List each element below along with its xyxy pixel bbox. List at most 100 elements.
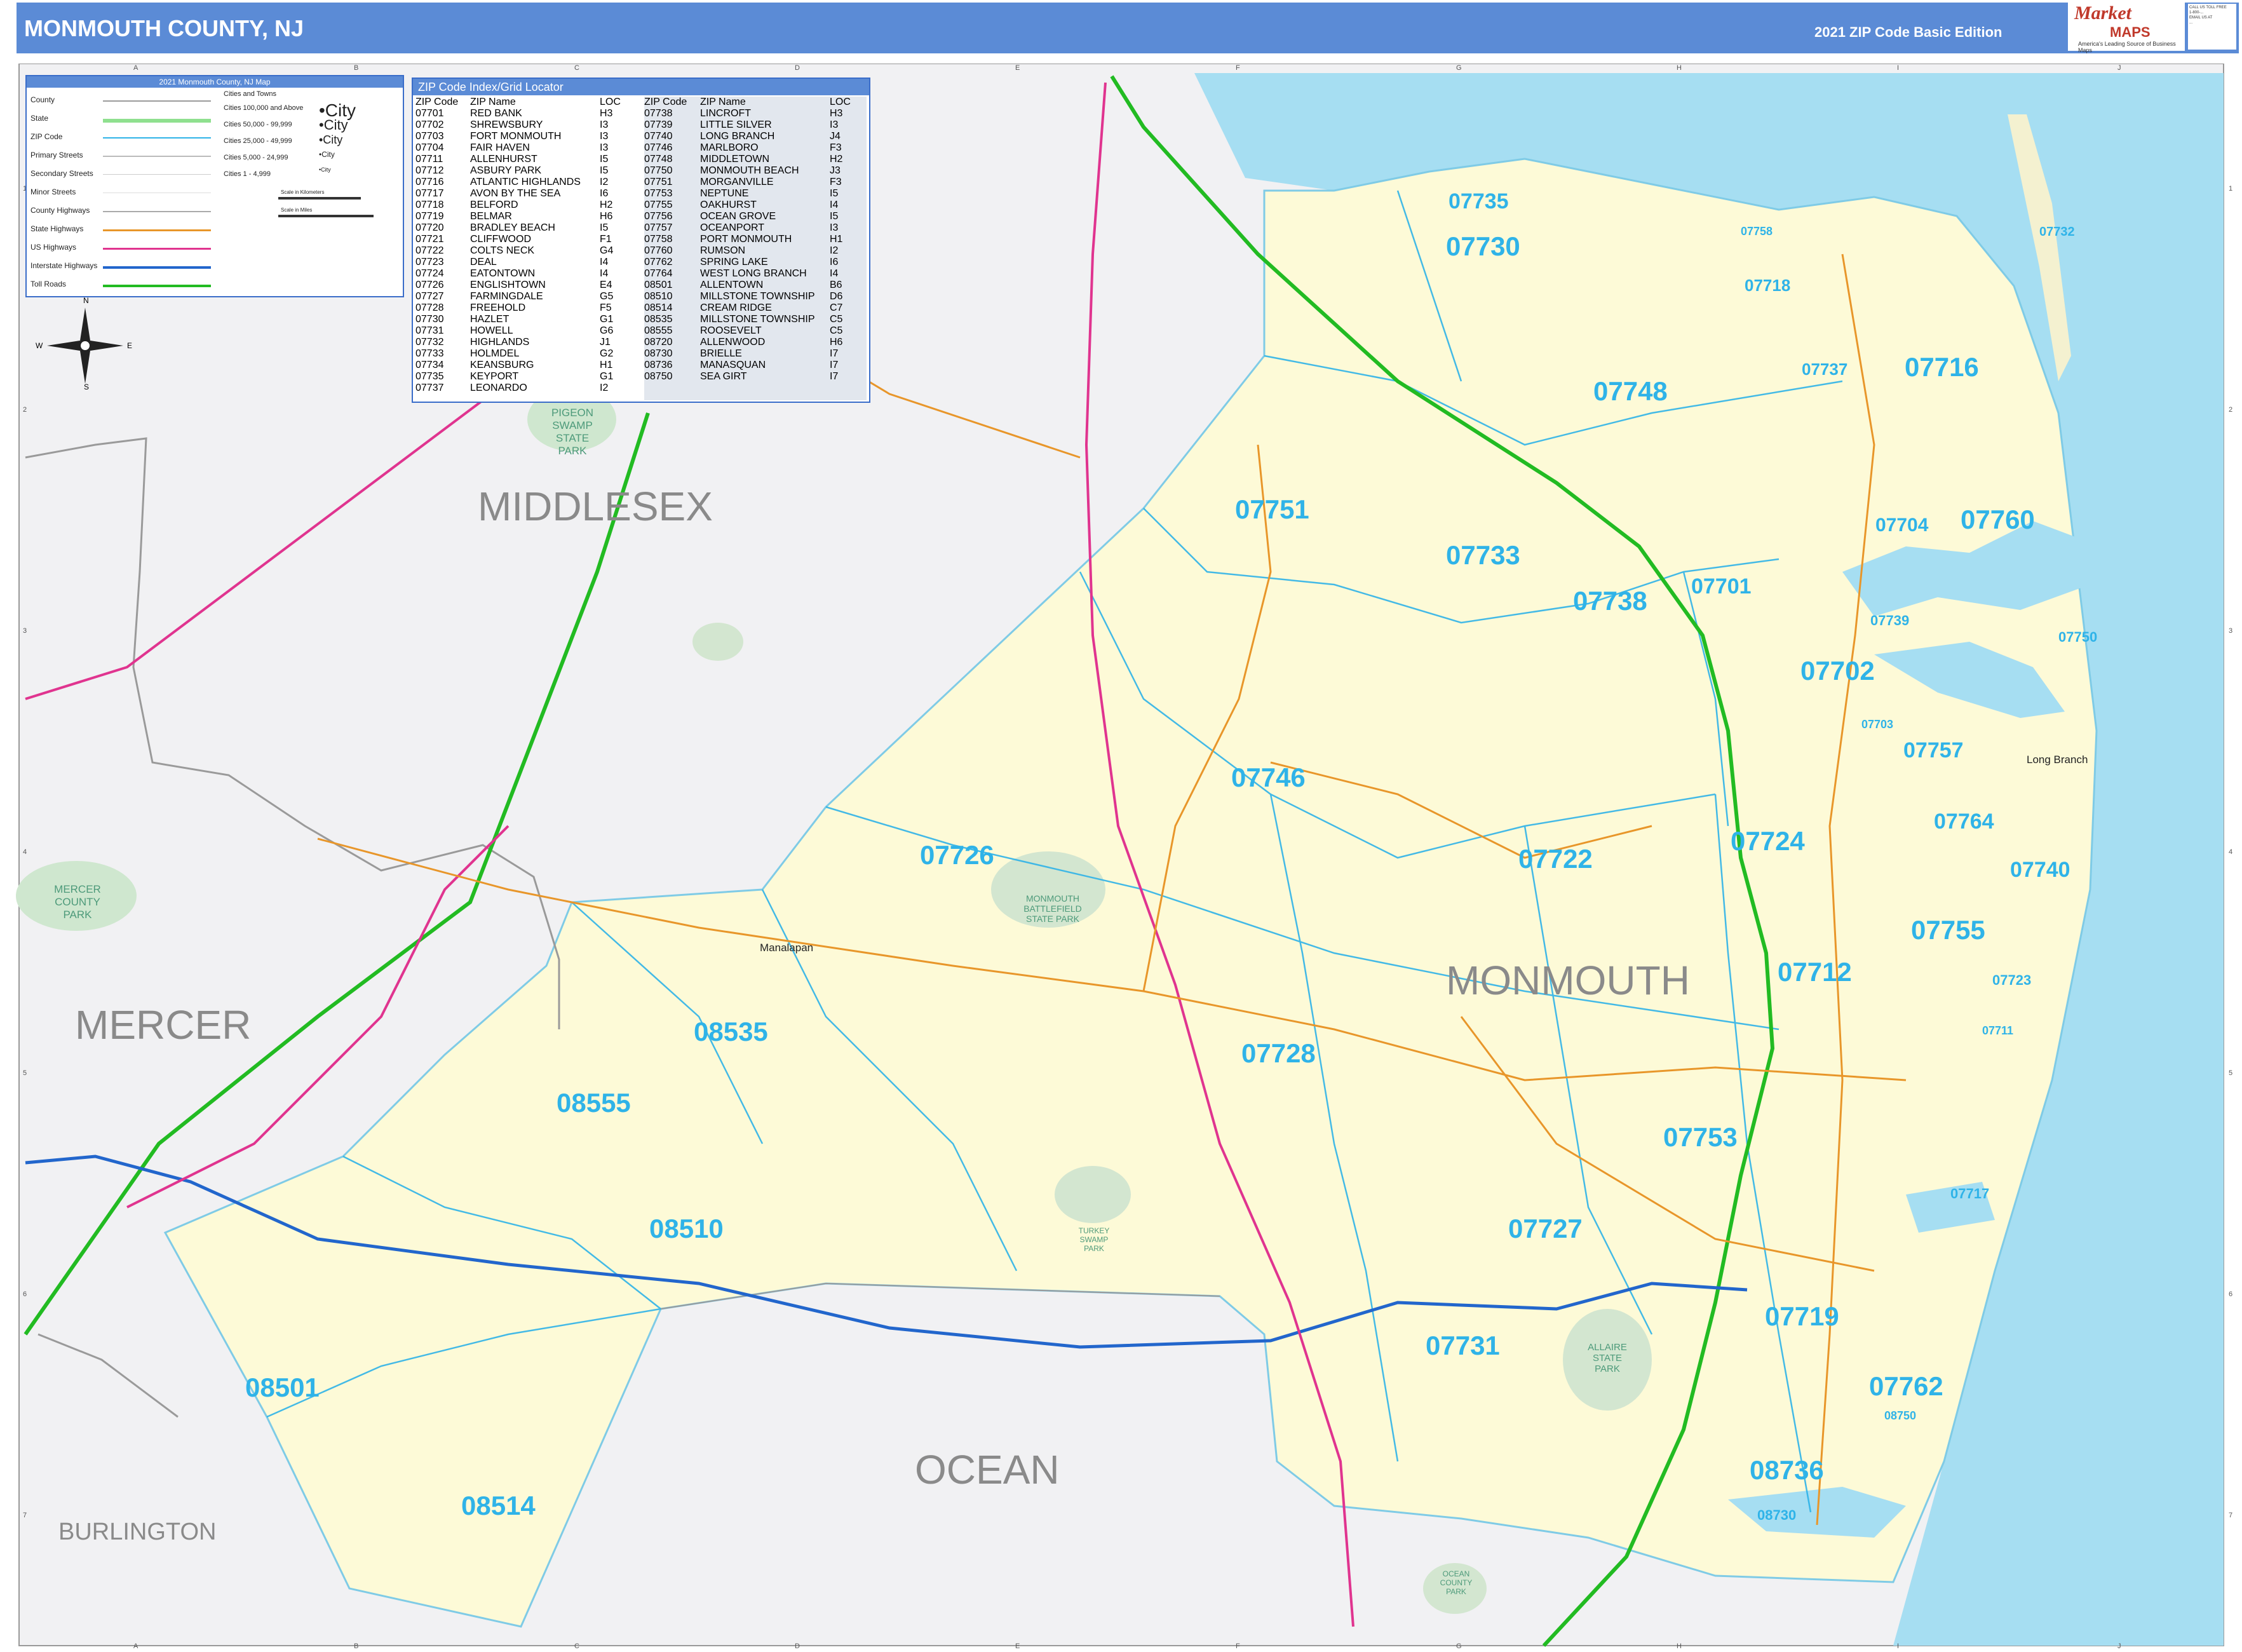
county-label-mercer: MERCER (75, 1002, 252, 1048)
zip-index-header: ZIP Code (644, 97, 687, 107)
zip-index-cell: MILLSTONE TOWNSHIP (700, 291, 815, 302)
zip-index-cell: 08514 (644, 302, 673, 313)
zip-index-cell: G2 (600, 348, 614, 359)
legend-city-sample: •City (319, 166, 331, 173)
zip-index-cell: ROOSEVELT (700, 325, 762, 336)
zip-index-cell: I3 (600, 131, 609, 142)
zip-index-cell (644, 383, 700, 394)
table-row: 07704 FAIR HAVEN I3 07746 MARLBORO F3 (415, 142, 865, 154)
table-row: 07722 COLTS NECK G4 07760 RUMSON I2 (415, 245, 865, 257)
legend-city-class: Cities 100,000 and Above (224, 104, 304, 112)
zip-index-cell: KEANSBURG (470, 360, 534, 370)
zip-index-cell: 07760 (644, 245, 673, 256)
zip-index-cell: FREEHOLD (470, 302, 526, 313)
zip-label-small: 07711 (1982, 1024, 2014, 1037)
grid-row-label: 2 (2229, 406, 2232, 414)
zip-index-cell: I7 (830, 371, 839, 382)
zip-index-cell: BRADLEY BEACH (470, 222, 555, 233)
grid-column-label: C (574, 64, 579, 72)
park-label-battlefield: MONMOUTH BATTLEFIELD STATE PARK (1023, 893, 1082, 924)
legend-item-label: State (30, 114, 49, 123)
zip-index-cell: RED BANK (470, 108, 522, 119)
zip-index-cell: 07728 (415, 302, 444, 313)
zip-index-cell: 07739 (644, 119, 673, 130)
zip-index-cell: I4 (830, 268, 839, 279)
zip-index-cell: I5 (600, 165, 609, 176)
contact-line: EMAIL US AT (2189, 16, 2213, 20)
zip-index-cell (700, 383, 830, 394)
legend-item-label: Minor Streets (30, 187, 76, 196)
zip-label-small: 07718 (1745, 276, 1791, 295)
legend-title: 2021 Monmouth County, NJ Map (27, 76, 403, 88)
county-label-ocean: OCEAN (915, 1447, 1060, 1493)
zip-index-cell: DEAL (470, 257, 497, 267)
zip-index-cell: I4 (600, 268, 609, 279)
park-label-mercer-county: MERCER COUNTY PARK (54, 883, 101, 921)
zip-label: 07755 (1911, 915, 1985, 945)
zip-index-cell: F1 (600, 234, 612, 245)
zip-label: 08535 (694, 1017, 768, 1046)
zip-index-cell: 07712 (415, 165, 444, 176)
legend-item-label: ZIP Code (30, 132, 63, 141)
zip-label: 07726 (920, 840, 994, 870)
table-row: 07732 HIGHLANDS J1 08720 ALLENWOOD H6 (415, 337, 865, 348)
zip-label: 08555 (557, 1088, 631, 1118)
zip-index-cell: 07730 (415, 314, 444, 325)
zip-index-cell: AVON BY THE SEA (470, 188, 561, 199)
zip-index-cell: 07722 (415, 245, 444, 256)
contact-line: CALL US TOLL FREE (2189, 6, 2227, 10)
zip-index-cell: H2 (830, 154, 843, 165)
grid-column-label: A (133, 1642, 138, 1650)
zip-label: 07738 (1573, 586, 1647, 616)
zip-label-small: 07758 (1741, 225, 1773, 238)
zip-index-cell: 07758 (644, 234, 673, 245)
zip-index-cell: OCEAN GROVE (700, 211, 776, 222)
county-label-middlesex: MIDDLESEX (478, 484, 713, 529)
zip-index-cell: 07764 (644, 268, 673, 279)
table-row: 07737 LEONARDO I2 (415, 383, 865, 394)
grid-row-label: 7 (2229, 1512, 2232, 1519)
grid-row-label: 7 (23, 1512, 27, 1519)
compass-south: S (84, 383, 90, 391)
zip-index-cell: HIGHLANDS (470, 337, 530, 348)
zip-label-small: 07703 (1861, 718, 1894, 731)
legend-scale-km: Scale in Kilometers (281, 189, 325, 195)
contact-line: ... (2189, 21, 2193, 25)
zip-index-cell: G6 (600, 325, 614, 336)
zip-index-cell: 08501 (644, 280, 673, 290)
legend-line-symbol (103, 156, 211, 157)
table-row: 07731 HOWELL G6 08555 ROOSEVELT C5 (415, 325, 865, 337)
zip-index-cell: BELFORD (470, 200, 518, 210)
zip-index-cell: OAKHURST (700, 200, 757, 210)
table-row: 07733 HOLMDEL G2 08730 BRIELLE I7 (415, 348, 865, 360)
zip-index-cell: H1 (830, 234, 843, 245)
grid-column-label: F (1236, 1642, 1240, 1650)
map-legend: 2021 Monmouth County, NJ Map County State… (25, 75, 404, 297)
zip-index-cell: H1 (600, 360, 613, 370)
zip-index-cell: 08736 (644, 360, 673, 370)
grid-row-label: 2 (23, 406, 27, 414)
zip-label: 07733 (1446, 540, 1520, 570)
grid-column-label: B (354, 1642, 358, 1650)
grid-column-label: E (1015, 1642, 1020, 1650)
zip-index-cell: SEA GIRT (700, 371, 747, 382)
zip-index-cell: C7 (830, 302, 843, 313)
zip-index-cell: B6 (830, 280, 842, 290)
map-title: MONMOUTH COUNTY, NJ (24, 15, 304, 41)
zip-index-cell: H3 (830, 108, 843, 119)
zip-index-cell: I7 (830, 348, 839, 359)
county-label-burlington: BURLINGTON (58, 1519, 217, 1545)
zip-index-cell: G1 (600, 371, 614, 382)
zip-label-small: 08730 (1757, 1507, 1797, 1523)
grid-column-label: B (354, 64, 358, 72)
zip-index-cell: 07753 (644, 188, 673, 199)
legend-line-symbol (103, 211, 211, 212)
legend-line-symbol (103, 266, 211, 269)
zip-label: 07727 (1508, 1214, 1583, 1243)
zip-index-cell: CREAM RIDGE (700, 302, 772, 313)
grid-column-label: I (1897, 1642, 1899, 1650)
zip-index-cell: I5 (830, 211, 839, 222)
zip-index-cell: 07734 (415, 360, 444, 370)
zip-label: 07748 (1593, 376, 1668, 406)
zip-index-cell: ALLENTOWN (700, 280, 764, 290)
